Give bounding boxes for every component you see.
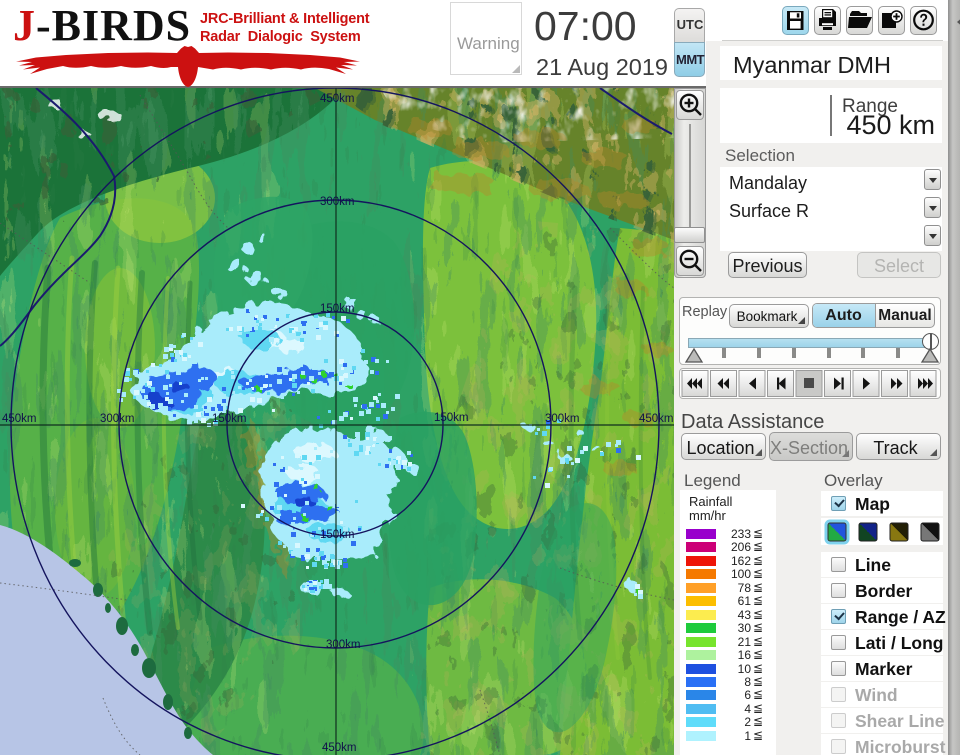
svg-text:150km: 150km	[320, 529, 355, 541]
svg-text:300km: 300km	[545, 413, 580, 425]
svg-text:300km: 300km	[320, 196, 355, 208]
svg-text:150km: 150km	[320, 303, 355, 315]
svg-text:450km: 450km	[639, 413, 674, 425]
svg-text:300km: 300km	[100, 413, 135, 425]
svg-text:150km: 150km	[434, 412, 469, 424]
svg-text:450km: 450km	[322, 742, 357, 754]
svg-text:150km: 150km	[212, 413, 247, 425]
svg-text:450km: 450km	[2, 413, 37, 425]
svg-text:300km: 300km	[326, 639, 361, 651]
svg-text:450km: 450km	[320, 93, 355, 105]
